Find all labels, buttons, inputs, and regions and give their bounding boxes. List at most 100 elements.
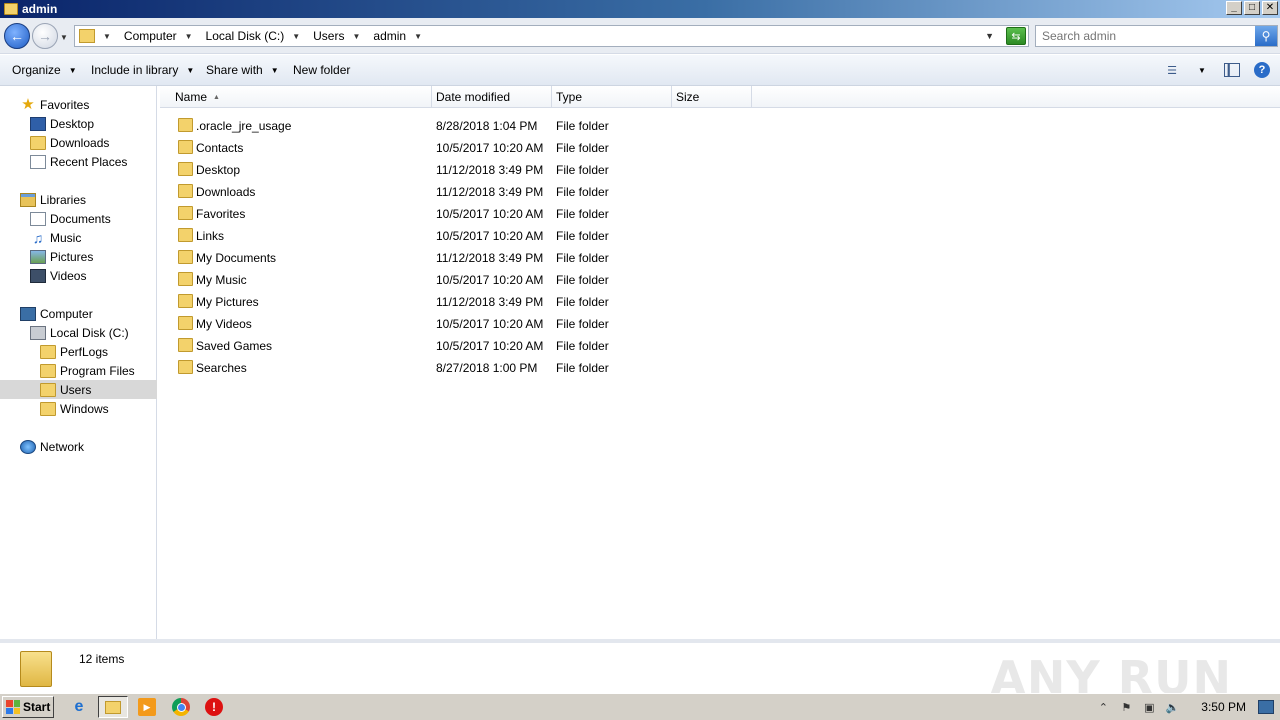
file-row[interactable]: .oracle_jre_usage 8/28/2018 1:04 PM File f… [160,115,1280,137]
view-options-icon[interactable]: ☰ [1164,63,1180,77]
nav-item-users[interactable]: Users [0,380,157,399]
breadcrumb-root-arrow[interactable]: ▼ [103,32,116,41]
nav-label: Computer [40,306,93,321]
file-row[interactable]: Desktop 11/12/2018 3:49 PM File folder [160,159,1280,181]
help-icon[interactable]: ? [1254,62,1270,78]
internet-explorer-icon[interactable]: e [70,698,88,716]
organize-label: Organize [12,63,61,77]
minimize-button[interactable]: _ [1226,1,1242,15]
file-row[interactable]: My Pictures 11/12/2018 3:49 PM File folder [160,291,1280,313]
column-header-size[interactable]: Size [672,86,752,108]
breadcrumb-label: Computer [123,29,177,43]
breadcrumb-users[interactable]: Users ▼ [313,29,365,43]
file-row[interactable]: Searches 8/27/2018 1:00 PM File folder [160,357,1280,379]
maximize-button[interactable]: □ [1244,1,1260,15]
address-bar[interactable]: ▼ Computer ▼ Local Disk (C:) ▼ Users ▼ admi… [74,25,1029,47]
breadcrumb-admin[interactable]: admin ▼ [373,29,427,43]
volume-icon[interactable]: 🔈 [1164,699,1180,715]
windows-explorer-taskbar-button[interactable] [98,696,128,718]
folder-icon [178,360,193,374]
organize-button[interactable]: Organize ▼ [12,63,77,77]
include-in-library-button[interactable]: Include in library ▼ [91,63,194,77]
folder-icon [178,228,193,242]
nav-label: Local Disk (C:) [50,325,129,340]
chrome-icon[interactable] [172,698,190,716]
file-row[interactable]: Contacts 10/5/2017 10:20 AM File folder [160,137,1280,159]
nav-item-local-disk[interactable]: Local Disk (C:) [0,323,157,342]
show-hidden-icons-icon[interactable]: ⌃ [1095,699,1111,715]
file-row[interactable]: Downloads 11/12/2018 3:49 PM File folder [160,181,1280,203]
stop-icon[interactable]: ! [205,698,223,716]
nav-item-music[interactable]: ♫ Music [0,228,157,247]
nav-computer[interactable]: Computer [0,304,157,323]
new-folder-button[interactable]: New folder [293,63,350,77]
share-with-button[interactable]: Share with ▼ [206,63,279,77]
close-button[interactable]: ✕ [1262,1,1278,15]
nav-label: Desktop [50,116,95,131]
include-in-library-label: Include in library [91,63,179,77]
nav-item-recent-places[interactable]: Recent Places [0,152,157,171]
file-type: File folder [556,119,609,133]
file-type: File folder [556,339,609,353]
folder-icon [178,184,193,198]
file-row[interactable]: Saved Games 10/5/2017 10:20 AM File folder [160,335,1280,357]
file-row[interactable]: Favorites 10/5/2017 10:20 AM File folder [160,203,1280,225]
breadcrumb-label: Local Disk (C:) [205,29,285,43]
breadcrumb-label: admin [373,29,407,43]
nav-item-perflogs[interactable]: PerfLogs [0,342,157,361]
folder-icon [178,294,193,308]
nav-label: Music [50,230,82,245]
file-row[interactable]: My Videos 10/5/2017 10:20 AM File folder [160,313,1280,335]
search-icon[interactable]: ⚲ [1255,26,1277,46]
nav-item-program-files[interactable]: Program Files [0,361,157,380]
nav-item-documents[interactable]: Documents [0,209,157,228]
folder-icon [178,162,193,176]
search-input[interactable] [1036,29,1248,43]
folder-icon [178,272,193,286]
back-button[interactable]: ← [4,23,30,49]
view-dropdown-icon[interactable]: ▼ [1194,63,1210,77]
address-history-dropdown[interactable]: ▼ [985,31,994,41]
preview-pane-icon[interactable]: ▎ [1224,63,1240,77]
star-icon: ★ [21,95,35,113]
nav-label: Pictures [50,249,94,264]
file-type: File folder [556,163,609,177]
show-desktop-icon[interactable] [1258,700,1274,714]
file-row[interactable]: My Documents 11/12/2018 3:49 PM File folde… [160,247,1280,269]
documents-icon [30,211,46,226]
nav-item-videos[interactable]: Videos [0,266,157,285]
media-player-icon[interactable]: ▶ [138,698,156,716]
file-name: My Videos [196,317,252,331]
file-row[interactable]: Links 10/5/2017 10:20 AM File folder [160,225,1280,247]
file-row[interactable]: My Music 10/5/2017 10:20 AM File folder [160,269,1280,291]
breadcrumb-local-disk[interactable]: Local Disk (C:) ▼ [206,29,306,43]
forward-button[interactable]: → [32,23,58,49]
refresh-button[interactable]: ⇆ [1006,27,1026,45]
nav-libraries[interactable]: Libraries [0,190,157,209]
sort-ascending-icon: ▲ [213,93,220,101]
nav-item-desktop[interactable]: Desktop [0,114,157,133]
file-date-modified: 11/12/2018 3:49 PM [436,295,544,309]
column-header-date-modified[interactable]: Date modified [432,86,552,108]
command-bar: Organize ▼ Include in library ▼ Share with… [0,55,1280,86]
recent-pages-dropdown[interactable]: ▼ [60,33,68,42]
column-header-name[interactable]: Name ▲ [160,86,432,108]
network-tray-icon[interactable]: ▣ [1141,699,1157,715]
nav-item-pictures[interactable]: Pictures [0,247,157,266]
file-name: Searches [196,361,247,375]
clock[interactable]: 3:50 PM [1201,700,1246,714]
nav-label: Network [40,439,85,454]
column-header-type[interactable]: Type [552,86,672,108]
nav-item-downloads[interactable]: Downloads [0,133,157,152]
search-box[interactable]: ⚲ [1035,25,1278,47]
folder-icon [40,401,56,416]
nav-favorites[interactable]: ★ Favorites [0,95,157,114]
nav-item-windows[interactable]: Windows [0,399,157,418]
nav-network[interactable]: Network [0,437,157,456]
title-bar[interactable]: admin _ □ ✕ [0,0,1280,18]
file-date-modified: 10/5/2017 10:20 AM [436,207,544,221]
start-button[interactable]: Start [2,696,54,718]
action-center-flag-icon[interactable]: ⚑ [1118,699,1134,715]
start-label: Start [23,700,51,714]
breadcrumb-computer[interactable]: Computer ▼ [124,29,198,43]
